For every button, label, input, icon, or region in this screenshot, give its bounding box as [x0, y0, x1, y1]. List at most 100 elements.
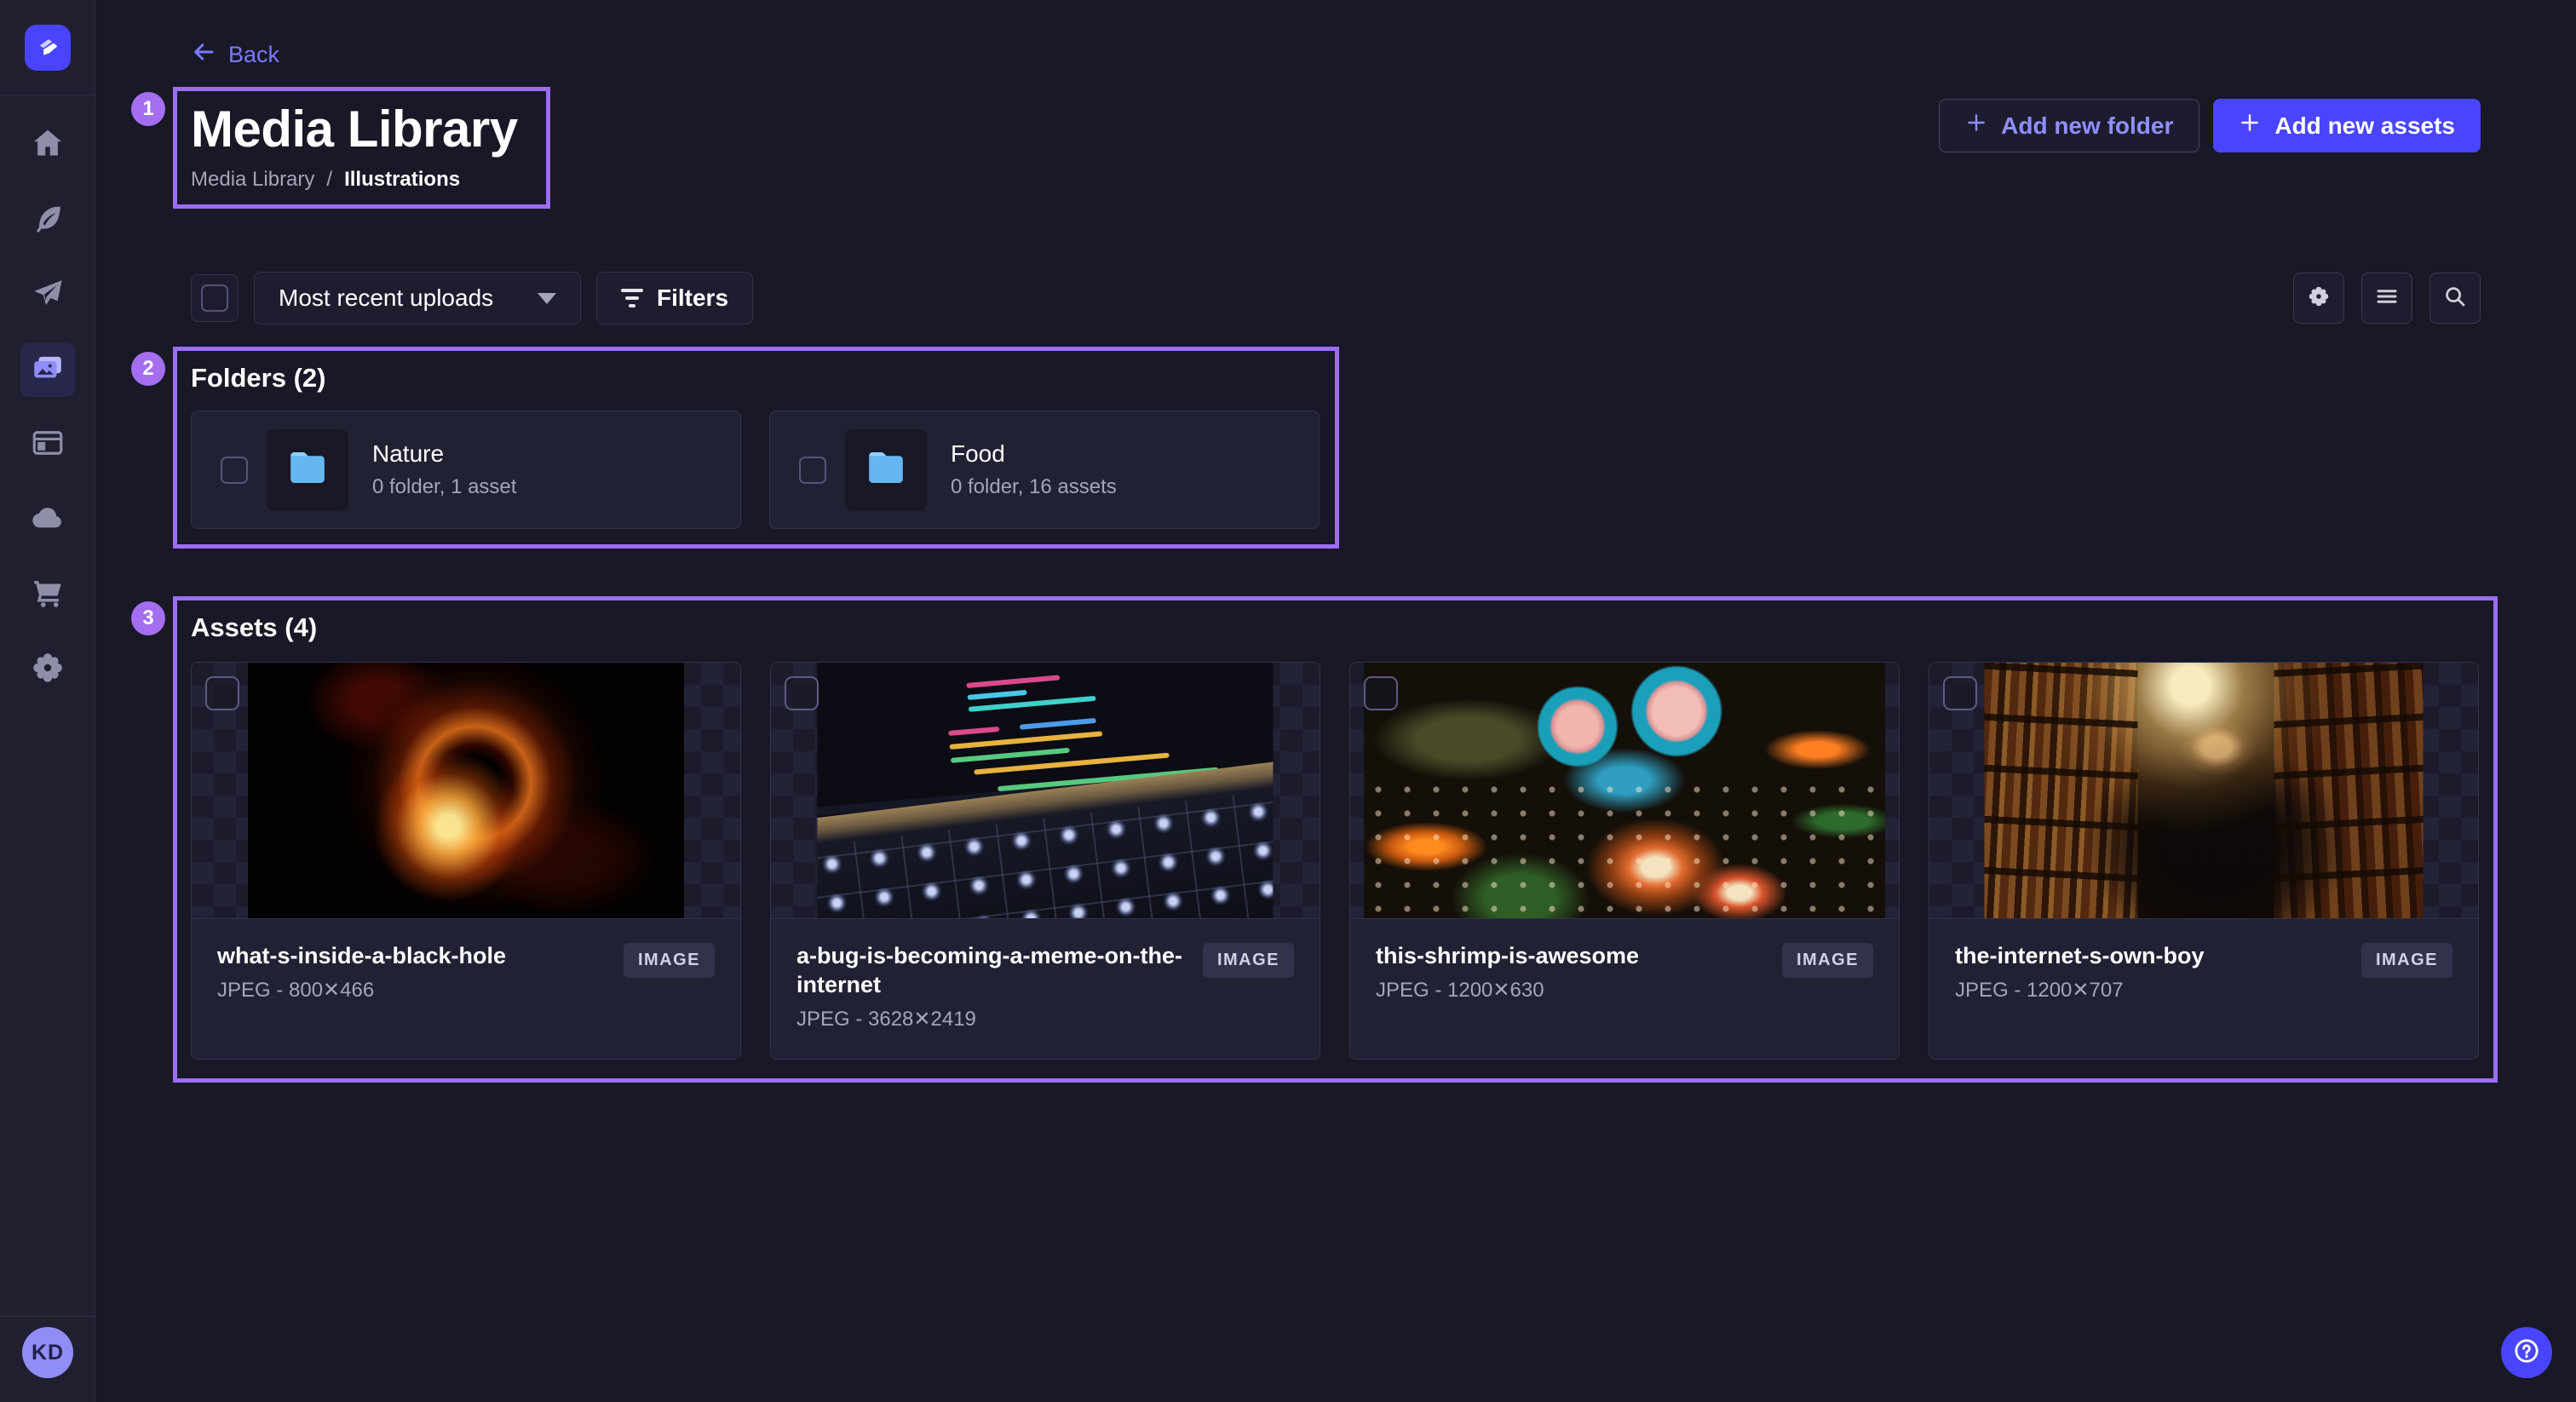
asset-info: this-shrimp-is-awesome JPEG - 1200✕630 I…: [1350, 918, 1899, 1059]
folders-list: Nature 0 folder, 1 asset Food 0 folder, …: [191, 411, 1335, 529]
folder-icon-tile: [845, 429, 927, 511]
help-icon: [2512, 1336, 2541, 1370]
black-hole-photo: [248, 663, 684, 918]
asset-checkbox[interactable]: [1364, 676, 1398, 710]
sort-dropdown[interactable]: Most recent uploads: [254, 272, 581, 325]
asset-type-badge: IMAGE: [624, 943, 715, 978]
asset-title: this-shrimp-is-awesome: [1376, 941, 1767, 970]
annotation-badge-1: 1: [131, 92, 165, 126]
media-library-icon: [30, 350, 66, 390]
asset-thumbnail: [771, 663, 1320, 918]
send-icon: [30, 275, 66, 315]
folder-card-food[interactable]: Food 0 folder, 16 assets: [769, 411, 1320, 529]
asset-meta: JPEG - 1200✕707: [1955, 978, 2346, 1003]
annotation-badge-2: 2: [131, 352, 165, 386]
toolbar-right-group: [2293, 273, 2481, 324]
asset-info: the-internet-s-own-boy JPEG - 1200✕707 I…: [1929, 918, 2478, 1059]
toolbar: Most recent uploads Filters: [191, 271, 2481, 325]
annotation-box-2: 2 Folders (2) Nature 0 folder, 1 asset F…: [173, 347, 1339, 549]
asset-card-bug-meme[interactable]: a-bug-is-becoming-a-meme-on-the-internet…: [770, 662, 1320, 1060]
breadcrumb: Media Library / Illustrations: [191, 168, 546, 192]
sidebar-item-marketplace[interactable]: [20, 567, 75, 622]
asset-info: a-bug-is-becoming-a-meme-on-the-internet…: [771, 918, 1320, 1059]
help-button[interactable]: [2501, 1327, 2552, 1378]
plus-icon: [2239, 112, 2261, 140]
asset-type-badge: IMAGE: [1203, 943, 1294, 978]
back-label: Back: [228, 42, 279, 68]
asset-texts: this-shrimp-is-awesome JPEG - 1200✕630: [1376, 941, 1782, 1003]
home-icon: [30, 125, 66, 165]
sidebar-item-content[interactable]: [20, 192, 75, 247]
sidebar-item-settings[interactable]: [20, 642, 75, 697]
asset-title: a-bug-is-becoming-a-meme-on-the-internet: [796, 941, 1187, 999]
add-folder-label: Add new folder: [2001, 112, 2173, 140]
sidebar-item-media-library[interactable]: [20, 342, 75, 397]
folder-checkbox[interactable]: [799, 457, 826, 484]
mantis-shrimp-photo: [1364, 663, 1885, 918]
annotation-box-3: 3 Assets (4) what-s-inside-a-black-hole …: [173, 596, 2498, 1083]
folder-card-nature[interactable]: Nature 0 folder, 1 asset: [191, 411, 741, 529]
asset-meta: JPEG - 1200✕630: [1376, 978, 1767, 1003]
gear-icon: [30, 650, 66, 690]
asset-type-badge: IMAGE: [1782, 943, 1873, 978]
asset-meta: JPEG - 3628✕2419: [796, 1007, 1187, 1031]
add-new-assets-button[interactable]: Add new assets: [2213, 99, 2481, 152]
folder-meta: 0 folder, 16 assets: [951, 475, 1117, 499]
plus-icon: [1965, 112, 1987, 140]
sidebar-item-home[interactable]: [20, 118, 75, 172]
cart-icon: [30, 575, 66, 615]
gear-icon: [2306, 284, 2332, 313]
sidebar-nav: [0, 95, 95, 697]
chevron-down-icon: [538, 293, 556, 304]
view-settings-button[interactable]: [2293, 273, 2344, 324]
back-link[interactable]: Back: [191, 39, 279, 71]
breadcrumb-current: Illustrations: [344, 168, 460, 192]
asset-checkbox[interactable]: [1943, 676, 1977, 710]
asset-checkbox[interactable]: [205, 676, 239, 710]
sidebar-item-deploy[interactable]: [20, 492, 75, 547]
folder-texts: Food 0 folder, 16 assets: [951, 440, 1117, 499]
filter-icon: [621, 289, 643, 307]
asset-title: what-s-inside-a-black-hole: [217, 941, 608, 970]
list-icon: [2374, 284, 2400, 313]
list-view-button[interactable]: [2361, 273, 2412, 324]
media-library-page: { "colors": { "accent": "#4945ff", "link…: [0, 0, 2576, 1402]
asset-card-shrimp[interactable]: this-shrimp-is-awesome JPEG - 1200✕630 I…: [1349, 662, 1900, 1060]
sidebar-item-content-type-builder[interactable]: [20, 417, 75, 472]
folder-icon-tile: [267, 429, 348, 511]
laptop-code-photo: [818, 663, 1274, 918]
asset-checkbox[interactable]: [785, 676, 819, 710]
annotation-box-1: 1 Media Library Media Library / Illustra…: [173, 87, 550, 209]
search-button[interactable]: [2429, 273, 2481, 324]
select-all-checkbox[interactable]: [201, 284, 228, 312]
asset-thumbnail: [192, 663, 740, 918]
folder-checkbox[interactable]: [221, 457, 248, 484]
asset-thumbnail: [1929, 663, 2478, 918]
sort-dropdown-value: Most recent uploads: [279, 284, 493, 312]
sidebar-item-releases[interactable]: [20, 267, 75, 322]
folder-icon: [862, 444, 910, 496]
asset-texts: a-bug-is-becoming-a-meme-on-the-internet…: [796, 941, 1203, 1031]
cloud-icon: [30, 500, 66, 540]
asset-card-internets-own-boy[interactable]: the-internet-s-own-boy JPEG - 1200✕707 I…: [1929, 662, 2479, 1060]
add-assets-label: Add new assets: [2274, 112, 2455, 140]
assets-list: what-s-inside-a-black-hole JPEG - 800✕46…: [191, 662, 2493, 1060]
folder-name: Nature: [372, 440, 516, 468]
asset-texts: the-internet-s-own-boy JPEG - 1200✕707: [1955, 941, 2361, 1003]
folder-meta: 0 folder, 1 asset: [372, 475, 516, 499]
folders-heading: Folders (2): [191, 361, 1335, 395]
filters-button[interactable]: Filters: [596, 272, 753, 325]
sidebar-divider: [0, 1316, 95, 1317]
header-actions: Add new folder Add new assets: [1939, 99, 2481, 152]
asset-info: what-s-inside-a-black-hole JPEG - 800✕46…: [192, 918, 740, 1059]
asset-card-black-hole[interactable]: what-s-inside-a-black-hole JPEG - 800✕46…: [191, 662, 741, 1060]
add-new-folder-button[interactable]: Add new folder: [1939, 99, 2199, 152]
assets-heading: Assets (4): [191, 611, 2493, 645]
breadcrumb-parent[interactable]: Media Library: [191, 168, 314, 192]
library-portrait-photo: [1985, 663, 2424, 918]
layout-icon: [30, 425, 66, 465]
strapi-logo[interactable]: [25, 25, 71, 71]
user-avatar[interactable]: KD: [22, 1327, 73, 1378]
select-all-button[interactable]: [191, 274, 239, 322]
logo-container: [0, 0, 95, 95]
